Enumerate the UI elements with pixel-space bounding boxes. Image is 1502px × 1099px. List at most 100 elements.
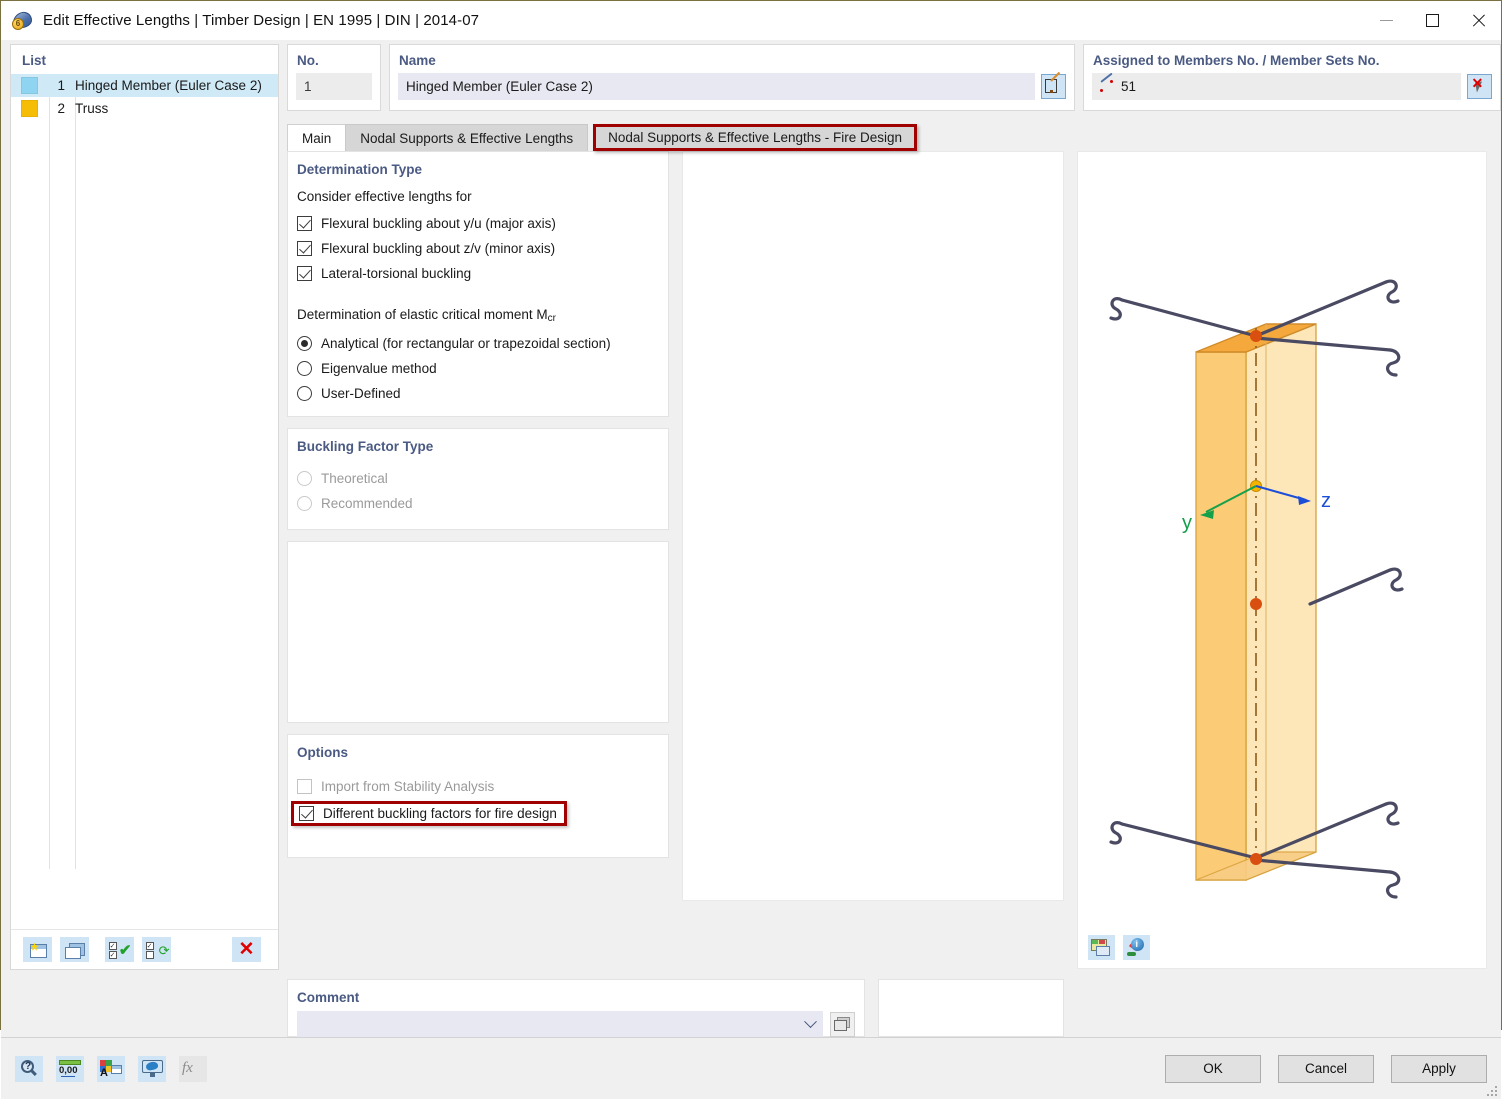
radio-analytical[interactable]: Analytical (for rectangular or trapezoid… bbox=[297, 331, 668, 356]
radio-label: Recommended bbox=[321, 496, 413, 511]
list-body: 1 Hinged Member (Euler Case 2) 2 Truss bbox=[11, 74, 278, 929]
bottom-toolbar: ? 0,00 A fx bbox=[15, 1055, 207, 1082]
delete-item-button[interactable]: ✕ bbox=[232, 937, 261, 962]
minimize-icon bbox=[1379, 20, 1393, 21]
comment-group: Comment bbox=[287, 979, 865, 1037]
copy-item-button[interactable] bbox=[60, 937, 89, 962]
title-bar: 6 Edit Effective Lengths | Timber Design… bbox=[1, 1, 1501, 40]
checkbox-flexural-buckling-z[interactable]: Flexural buckling about z/v (minor axis) bbox=[297, 236, 668, 261]
ok-button[interactable]: OK bbox=[1165, 1054, 1261, 1083]
options-title: Options bbox=[297, 745, 348, 760]
list-item-label: Hinged Member (Euler Case 2) bbox=[75, 78, 262, 93]
decimal-units-icon: 0,00 bbox=[59, 1059, 81, 1078]
select-all-button[interactable]: ✓ ✓ ✔ bbox=[105, 937, 134, 962]
main-area: No. 1 Name Hinged Member (Euler Case 2) bbox=[287, 40, 1501, 1037]
display-properties-button[interactable]: A bbox=[97, 1055, 125, 1082]
comment-title: Comment bbox=[297, 990, 360, 1005]
assigned-members-input[interactable]: 51 bbox=[1092, 72, 1461, 100]
apply-button[interactable]: Apply bbox=[1391, 1054, 1487, 1083]
view3d-toolbar: i bbox=[1088, 935, 1150, 960]
tab-nodal-supports-effective-lengths[interactable]: Nodal Supports & Effective Lengths bbox=[345, 124, 589, 151]
checkbox-label: Flexural buckling about z/v (minor axis) bbox=[321, 241, 556, 256]
list-item[interactable]: 1 Hinged Member (Euler Case 2) bbox=[11, 74, 278, 97]
checkbox-flexural-buckling-y[interactable]: Flexural buckling about y/u (major axis) bbox=[297, 211, 668, 236]
bottom-bar: ? 0,00 A fx OK Cancel Apply bbox=[1, 1037, 1501, 1099]
resize-grip[interactable] bbox=[1485, 1084, 1497, 1096]
app-icon: 6 bbox=[11, 9, 35, 33]
render-settings-button[interactable] bbox=[1088, 935, 1115, 960]
determination-type-title: Determination Type bbox=[297, 162, 423, 177]
name-input[interactable]: Hinged Member (Euler Case 2) bbox=[398, 73, 1035, 100]
mcr-determination-label: Determination of elastic critical moment… bbox=[297, 303, 668, 331]
invert-selection-button[interactable]: ✓ ⟳ bbox=[142, 937, 171, 962]
radio-eigenvalue-method[interactable]: Eigenvalue method bbox=[297, 356, 668, 381]
determination-type-group: Determination Type Consider effective le… bbox=[287, 151, 669, 417]
checklist-swap-icon: ✓ ⟳ bbox=[145, 941, 170, 959]
buckling-factor-type-group: Buckling Factor Type Theoretical Recomme… bbox=[287, 428, 669, 530]
radio-label: Theoretical bbox=[321, 471, 388, 486]
units-button[interactable]: 0,00 bbox=[56, 1055, 84, 1082]
maximize-button[interactable] bbox=[1409, 2, 1455, 40]
view3d-panel[interactable]: z y i bbox=[1077, 151, 1487, 969]
comment-input[interactable] bbox=[297, 1011, 823, 1037]
new-item-button[interactable] bbox=[23, 937, 52, 962]
comment-side-panel bbox=[878, 979, 1064, 1037]
window-title: Edit Effective Lengths | Timber Design |… bbox=[43, 12, 480, 29]
radio-user-defined[interactable]: User-Defined bbox=[297, 381, 668, 406]
view-mode-button[interactable] bbox=[138, 1055, 166, 1082]
radio-icon bbox=[297, 336, 312, 351]
list-item[interactable]: 2 Truss bbox=[11, 97, 278, 120]
checklist-check-icon: ✓ ✓ ✔ bbox=[108, 941, 132, 959]
checkbox-label: Lateral-torsional buckling bbox=[321, 266, 472, 281]
list-item-number: 1 bbox=[57, 78, 65, 93]
formula-button: fx bbox=[179, 1055, 207, 1082]
checkbox-different-buckling-factors-row: Different buckling factors for fire desi… bbox=[291, 801, 668, 826]
assigned-members-group: Assigned to Members No. / Member Sets No… bbox=[1083, 44, 1501, 111]
radio-icon bbox=[297, 386, 312, 401]
empty-preview-panel bbox=[682, 151, 1064, 901]
pick-members-button[interactable]: ✕ bbox=[1467, 74, 1492, 99]
tab-nodal-supports-effective-lengths-fire-design[interactable]: Nodal Supports & Effective Lengths - Fir… bbox=[593, 124, 918, 151]
preview-column bbox=[682, 151, 1064, 969]
tab-content: Determination Type Consider effective le… bbox=[287, 151, 1501, 969]
magnifier-help-icon: ? bbox=[20, 1059, 38, 1078]
number-input[interactable]: 1 bbox=[296, 73, 372, 100]
edit-pencil-icon bbox=[1045, 71, 1062, 94]
assigned-members-value: 51 bbox=[1121, 79, 1137, 94]
close-button[interactable] bbox=[1455, 2, 1501, 40]
list-toolbar: ✓ ✓ ✔ ✓ ⟳ ✕ bbox=[11, 929, 278, 969]
checkbox-lateral-torsional-buckling[interactable]: Lateral-torsional buckling bbox=[297, 261, 668, 286]
checkbox-icon bbox=[297, 241, 312, 256]
tab-main[interactable]: Main bbox=[287, 124, 347, 151]
radio-recommended: Recommended bbox=[297, 491, 668, 516]
fx-icon: fx bbox=[182, 1059, 193, 1076]
checkbox-different-buckling-factors-for-fire-design[interactable]: Different buckling factors for fire desi… bbox=[291, 801, 567, 826]
checkbox-icon bbox=[297, 779, 312, 794]
mcr-subscript: cr bbox=[547, 313, 556, 324]
settings-column: Determination Type Consider effective le… bbox=[287, 151, 669, 969]
list-panel-title: List bbox=[22, 53, 47, 68]
help-button[interactable]: ? bbox=[15, 1055, 43, 1082]
view3d-column: z y i bbox=[1077, 151, 1487, 969]
name-edit-button[interactable] bbox=[1041, 71, 1066, 99]
tab-strip: Main Nodal Supports & Effective Lengths … bbox=[287, 124, 1501, 151]
cancel-button[interactable]: Cancel bbox=[1278, 1054, 1374, 1083]
number-label: No. bbox=[297, 53, 319, 68]
monitor-icon bbox=[141, 1059, 163, 1078]
view-info-button[interactable]: i bbox=[1123, 935, 1150, 960]
axis-y-label: y bbox=[1182, 512, 1192, 534]
radio-label: User-Defined bbox=[321, 386, 401, 401]
dialog-window: 6 Edit Effective Lengths | Timber Design… bbox=[0, 0, 1502, 1099]
comment-template-button[interactable] bbox=[830, 1011, 855, 1037]
comment-row: Comment bbox=[287, 979, 1501, 1037]
radio-icon bbox=[297, 496, 312, 511]
list-panel: List 1 Hinged Member (Euler Case 2) 2 Tr… bbox=[10, 44, 279, 970]
name-field-group: Name Hinged Member (Euler Case 2) bbox=[389, 44, 1075, 111]
new-window-icon bbox=[28, 942, 47, 958]
colors-a-icon: A bbox=[100, 1059, 122, 1079]
checkbox-import-from-stability-analysis: Import from Stability Analysis bbox=[297, 774, 668, 799]
checkbox-icon bbox=[297, 266, 312, 281]
consider-effective-lengths-label: Consider effective lengths for bbox=[297, 189, 472, 204]
checkbox-icon bbox=[297, 216, 312, 231]
minimize-button[interactable] bbox=[1363, 2, 1409, 40]
